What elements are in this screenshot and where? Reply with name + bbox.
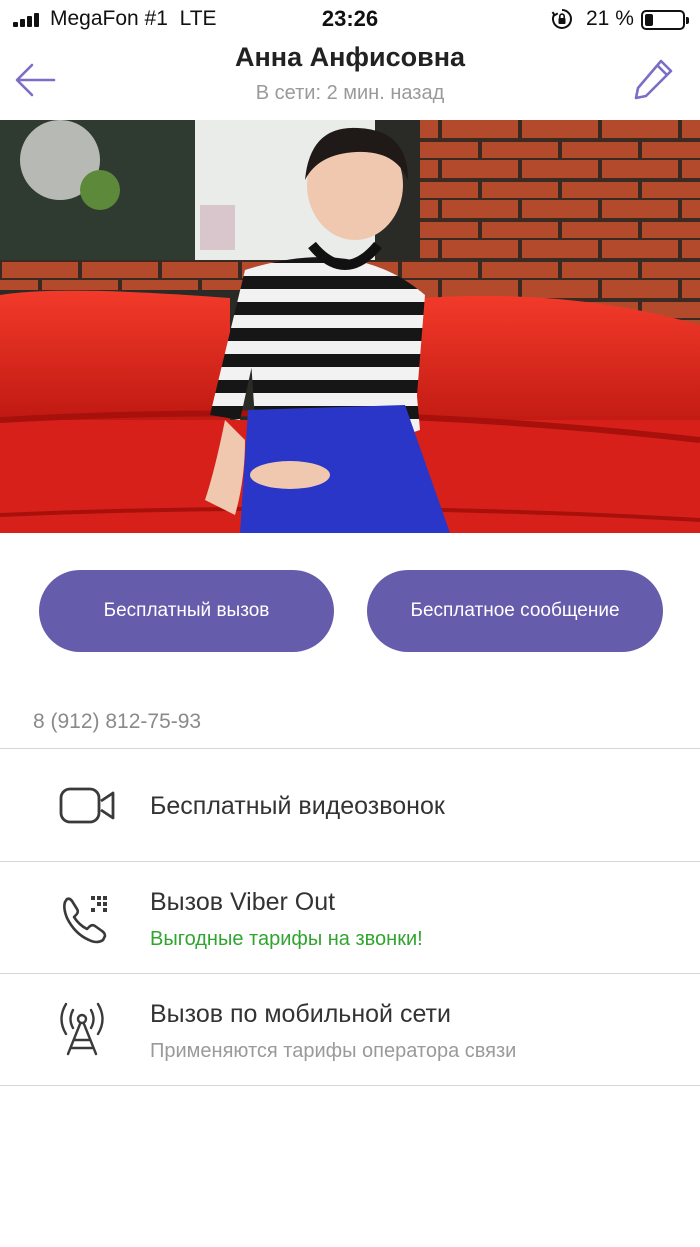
status-bar: MegaFon #1 LTE 23:26 21 % [0,0,700,40]
phone-number[interactable]: 8 (912) 812-75-93 [33,710,201,734]
cell-tower-icon [60,1002,104,1056]
free-message-button[interactable]: Бесплатное сообщение [367,570,663,652]
contact-header: Анна Анфисовна В сети: 2 мин. назад [0,40,700,120]
contact-name: Анна Анфисовна [234,42,466,72]
video-camera-icon [59,787,115,824]
battery-icon [641,10,689,30]
option-video-call[interactable]: Бесплатный видеозвонок [0,749,700,861]
battery-level [645,14,653,26]
orientation-lock-icon [551,9,572,29]
option-title: Вызов по мобильной сети [150,1000,451,1028]
contact-photo[interactable] [0,120,700,533]
presence-status: В сети: 2 мин. назад [255,82,445,104]
option-subtitle-promo: Выгодные тарифы на звонки! [150,928,423,950]
option-title: Вызов Viber Out [150,888,336,916]
battery-percent: 21 % [586,7,634,30]
pencil-icon [634,59,673,100]
free-call-button[interactable]: Бесплатный вызов [39,570,334,652]
option-subtitle: Применяются тарифы оператора связи [150,1040,517,1062]
edit-contact-button[interactable] [628,54,678,104]
option-mobile-call[interactable]: Вызов по мобильной сети Применяются тари… [0,974,700,1085]
option-title: Бесплатный видеозвонок [150,792,445,820]
option-viber-out[interactable]: Вызов Viber Out Выгодные тарифы на звонк… [0,862,700,973]
viber-out-phone-icon [63,896,107,944]
divider [0,1085,700,1086]
